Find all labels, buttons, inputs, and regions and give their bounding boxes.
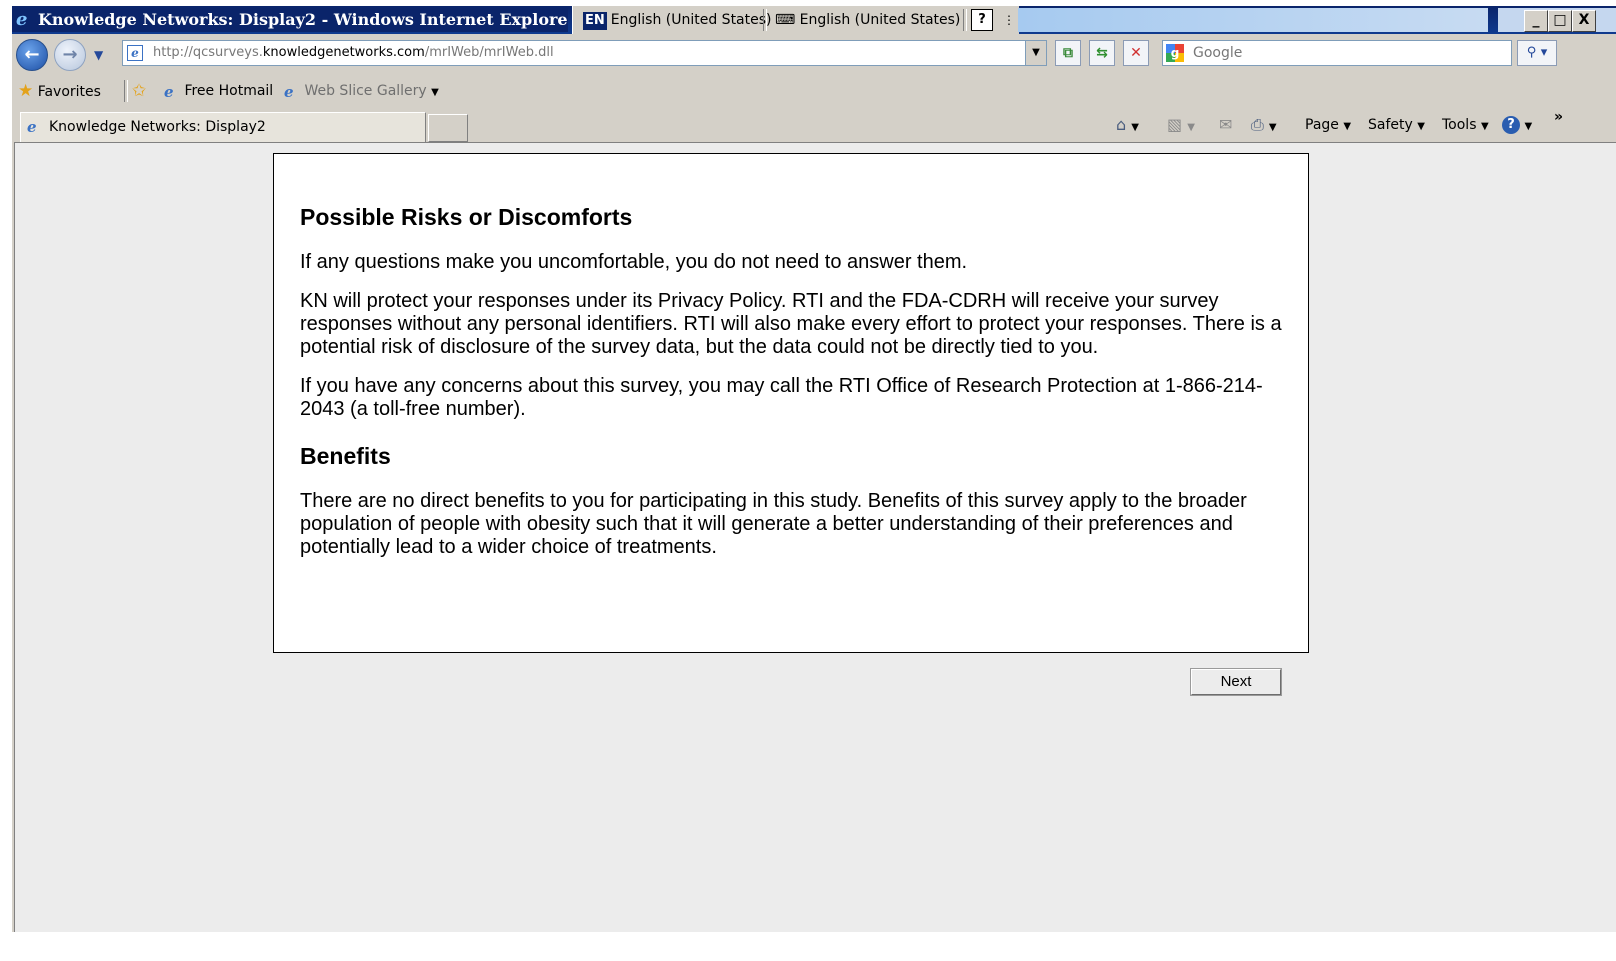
language-bar-divider [763,9,767,31]
tab-row: e Knowledge Networks: Display2 ⌂ ▼ ▧ ▼ ✉… [12,108,1616,142]
home-button[interactable]: ⌂ ▼ [1116,108,1139,142]
rss-icon: ▧ [1167,115,1183,134]
chevron-down-icon: ▼ [1187,122,1195,133]
next-button[interactable]: Next [1190,668,1282,696]
risks-paragraph-3: If you have any concerns about this surv… [300,375,1263,420]
minimize-button[interactable]: _ [1524,10,1548,32]
title-bar: e Knowledge Networks: Display2 - Windows… [12,6,1616,34]
close-button[interactable]: X [1572,10,1596,32]
favorites-button[interactable]: ★ Favorites [18,74,101,108]
favorites-bar: ★ Favorites ✩ e Free Hotmail e Web Slice… [12,74,1616,108]
title-bar-fill [1018,8,1488,32]
tools-menu-label: Tools [1442,117,1477,133]
search-icon: ⚲ ▾ [1526,45,1548,60]
url-path: /mrIWeb/mrIWeb.dll [424,45,554,60]
help-icon: ? [1502,116,1520,134]
home-icon: ⌂ [1116,115,1127,134]
refresh-icon: ⇆ [1096,45,1108,61]
chevron-down-icon: ▼ [431,87,439,98]
language-help-icon[interactable]: ? [971,9,993,31]
feeds-button[interactable]: ▧ ▼ [1167,108,1195,142]
language-bar-options-icon[interactable]: ⋮ [1003,9,1015,31]
tab-knowledge-networks[interactable]: e Knowledge Networks: Display2 [20,112,426,142]
google-icon: g [1166,44,1184,62]
forward-button[interactable]: → [54,39,86,71]
page-icon: e [127,45,143,61]
language-bar: EN English (United States) ⌨ English (Uni… [572,6,1019,34]
favorites-star-icon: ★ [18,81,34,101]
keyboard-layout-label: English (United States) [799,12,961,28]
window-title: Knowledge Networks: Display2 - Windows I… [38,10,568,29]
url-prefix: http://qcsurveys. [153,45,263,60]
page-menu[interactable]: Page ▼ [1305,108,1351,142]
keyboard-icon: ⌨ [775,12,796,28]
arrow-right-icon: → [62,44,78,65]
maximize-button[interactable]: □ [1548,10,1572,32]
section-heading-risks: Possible Risks or Discomforts [300,204,633,230]
arrow-left-icon: ← [24,44,40,65]
language-badge: EN [583,12,607,30]
ie-page-icon: e [164,83,174,101]
window-controls: _ □ X [1498,8,1616,32]
compatibility-icon: ⧉ [1063,45,1073,61]
favorites-label: Favorites [37,84,101,100]
help-menu[interactable]: ? ▼ [1502,108,1532,142]
risks-paragraph-1: If any questions make you uncomfortable,… [300,251,968,273]
favorites-divider [124,80,128,102]
survey-panel: Possible Risks or Discomforts If any que… [273,153,1309,653]
compatibility-view-button[interactable]: ⧉ [1055,40,1081,66]
ie-page-icon: e [284,83,294,101]
page-menu-label: Page [1305,117,1339,133]
chevron-down-icon: ▼ [1480,121,1489,132]
chevron-down-icon: ▼ [1417,121,1425,132]
input-language-indicator[interactable]: EN English (United States) [583,9,772,31]
safety-menu-label: Safety [1368,117,1413,133]
search-input[interactable]: g Google [1162,40,1512,66]
mail-icon: ✉ [1219,115,1233,134]
ie-logo-icon: e [16,9,28,30]
add-to-favorites-bar-button[interactable]: ✩ [132,74,146,108]
add-favorite-icon: ✩ [132,81,147,101]
chevron-down-icon: ▼ [1268,122,1277,133]
command-bar-overflow[interactable]: » [1554,100,1563,134]
tools-menu[interactable]: Tools ▼ [1442,108,1489,142]
printer-icon: ⎙ [1251,115,1264,134]
recent-pages-dropdown-icon[interactable]: ▼ [94,48,103,62]
ie-page-icon: e [27,118,37,136]
tab-label: Knowledge Networks: Display2 [49,119,266,135]
read-mail-button[interactable]: ✉ [1219,108,1232,142]
chevron-down-icon: ▼ [1524,121,1533,132]
favorites-item-free-hotmail[interactable]: e Free Hotmail [164,74,273,108]
address-url[interactable]: http://qcsurveys.knowledgenetworks.com/m… [153,41,554,65]
chevron-down-icon: ▼ [1131,122,1139,133]
language-bar-divider [963,9,967,31]
refresh-button[interactable]: ⇆ [1089,40,1115,66]
chevron-down-icon: ▼ [1343,121,1352,132]
favorites-item-label: Web Slice Gallery [304,83,427,99]
benefits-paragraph-1: There are no direct benefits to you for … [300,490,1247,558]
input-language-label: English (United States) [610,12,772,28]
back-button[interactable]: ← [16,39,48,71]
url-domain: knowledgenetworks.com [262,45,425,60]
section-heading-benefits: Benefits [300,443,391,469]
favorites-item-web-slice-gallery[interactable]: e Web Slice Gallery ▼ [284,74,439,108]
stop-button[interactable]: ✕ [1123,40,1149,66]
address-bar-row: ← → ▼ e http://qcsurveys.knowledgenetwor… [12,36,1616,72]
search-button[interactable]: ⚲ ▾ [1517,40,1557,66]
page-content: Possible Risks or Discomforts If any que… [14,142,1616,932]
keyboard-layout-indicator[interactable]: ⌨ English (United States) [775,9,960,31]
search-placeholder: Google [1193,45,1243,61]
browser-window: e Knowledge Networks: Display2 - Windows… [12,6,1616,961]
address-bar[interactable]: e http://qcsurveys.knowledgenetworks.com… [122,40,1047,66]
new-tab-button[interactable] [428,114,468,142]
favorites-item-label: Free Hotmail [184,83,274,99]
status-strip [12,932,1616,961]
safety-menu[interactable]: Safety ▼ [1368,108,1425,142]
stop-icon: ✕ [1130,45,1142,61]
print-button[interactable]: ⎙ ▼ [1251,108,1277,142]
window-title-area: e Knowledge Networks: Display2 - Windows… [12,8,568,32]
address-dropdown-icon[interactable]: ▼ [1025,41,1046,65]
risks-paragraph-2: KN will protect your responses under its… [300,290,1282,358]
